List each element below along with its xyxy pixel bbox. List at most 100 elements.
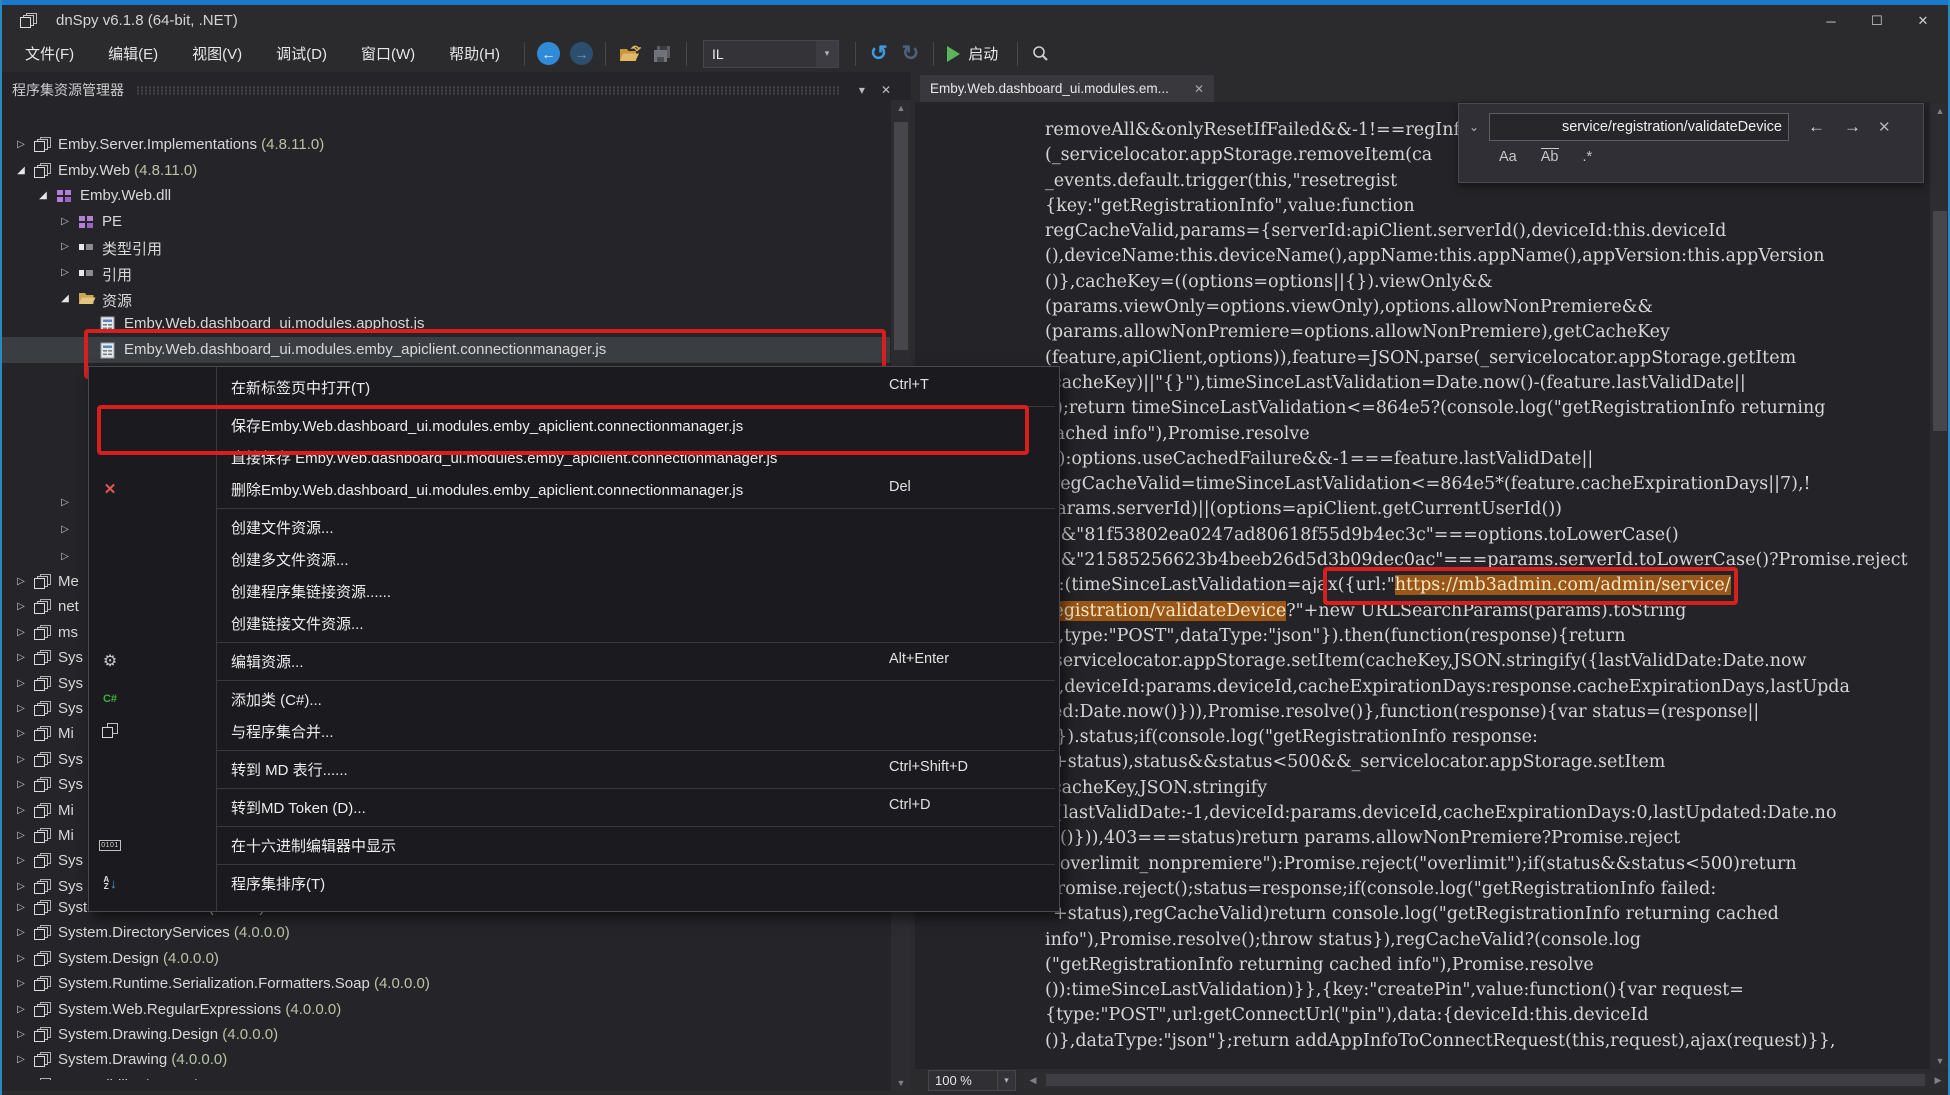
tree-collapsed-arrow-icon[interactable]: ▷ (58, 497, 72, 509)
tree-item-top-4[interactable]: ▷类型引用 (0, 234, 890, 260)
tree-collapsed-arrow-icon[interactable]: ▷ (58, 267, 72, 279)
tree-collapsed-arrow-icon[interactable]: ▷ (14, 855, 28, 867)
context-menu-item-22[interactable]: AZ↓程序集排序(T) (89, 867, 1059, 899)
explorer-scrollbar-thumb[interactable] (894, 122, 908, 350)
editor-scrollbar[interactable]: ▲ ▼ (1930, 103, 1950, 1069)
scroll-down-icon[interactable]: ▼ (1930, 1053, 1950, 1069)
editor-scrollbar-thumb[interactable] (1933, 211, 1947, 431)
language-combobox[interactable]: IL ▾ (703, 40, 839, 68)
tree-collapsed-arrow-icon[interactable]: ▷ (14, 754, 28, 766)
tree-item-bottom-2[interactable]: ▷System.Design (4.0.0.0) (0, 946, 890, 972)
tree-collapsed-arrow-icon[interactable]: ▷ (14, 881, 28, 893)
undo-icon[interactable]: ↺ (870, 41, 888, 66)
tree-item-top-2[interactable]: ◢Emby.Web.dll (0, 183, 890, 209)
minimize-button[interactable]: ─ (1808, 7, 1854, 35)
context-menu-item-14[interactable]: 与程序集合并... (89, 715, 1059, 747)
tree-collapsed-arrow-icon[interactable]: ▷ (14, 576, 28, 588)
menubar-item-0[interactable]: 文件(F) (8, 35, 91, 72)
tree-expanded-arrow-icon[interactable]: ◢ (36, 190, 50, 202)
tree-collapsed-arrow-icon[interactable]: ▷ (14, 927, 28, 939)
menubar-item-2[interactable]: 视图(V) (175, 35, 259, 72)
menubar-item-1[interactable]: 编辑(E) (91, 35, 175, 72)
editor-hscrollbar-thumb[interactable] (1046, 1074, 1925, 1086)
menubar-item-4[interactable]: 窗口(W) (344, 35, 432, 72)
regex-toggle[interactable]: .* (1583, 149, 1593, 165)
tree-collapsed-arrow-icon[interactable]: ▷ (14, 902, 28, 914)
save-all-icon[interactable] (653, 45, 673, 63)
tree-collapsed-arrow-icon[interactable]: ▷ (14, 139, 28, 151)
tree-item-top-1[interactable]: ◢Emby.Web (4.8.11.0) (0, 158, 890, 184)
language-combobox-arrow-icon[interactable]: ▾ (816, 41, 838, 67)
navigate-back-button[interactable]: ← (537, 42, 560, 65)
menubar-item-3[interactable]: 调试(D) (259, 35, 344, 72)
tree-collapsed-arrow-icon[interactable]: ▷ (58, 524, 72, 536)
navigate-forward-button[interactable]: → (570, 42, 593, 65)
tree-collapsed-arrow-icon[interactable]: ▷ (14, 627, 28, 639)
tree-collapsed-arrow-icon[interactable]: ▷ (14, 805, 28, 817)
code-editor[interactable]: removeAll&&onlyResetIfFailed&&-1!==regIn… (915, 102, 1930, 1069)
panel-drag-grip[interactable] (136, 86, 839, 95)
editor-hscrollbar[interactable]: ◀ ▶ (1024, 1072, 1947, 1088)
panel-menu-icon[interactable]: ▾ (851, 83, 873, 97)
tree-item-top-5[interactable]: ▷引用 (0, 260, 890, 286)
zoom-dropdown-icon[interactable]: ▾ (998, 1070, 1016, 1091)
tree-collapsed-arrow-icon[interactable]: ▷ (14, 652, 28, 664)
context-menu-item-13[interactable]: C#添加类 (C#)... (89, 683, 1059, 715)
tree-expanded-arrow-icon[interactable]: ◢ (14, 165, 28, 177)
find-options-chevron-icon[interactable]: ⌄ (1459, 120, 1489, 134)
tree-collapsed-arrow-icon[interactable]: ▷ (14, 978, 28, 990)
context-menu-item-2[interactable]: 保存Emby.Web.dashboard_ui.modules.emby_api… (89, 409, 1059, 441)
start-button[interactable]: 启动 (968, 43, 998, 64)
context-menu-item-9[interactable]: 创建链接文件资源... (89, 607, 1059, 639)
scroll-up-icon[interactable]: ▲ (891, 100, 911, 116)
tree-collapsed-arrow-icon[interactable]: ▷ (14, 1054, 28, 1066)
context-menu-item-16[interactable]: 转到 MD 表行......Ctrl+Shift+D (89, 753, 1059, 785)
context-menu-item-6[interactable]: 创建文件资源... (89, 511, 1059, 543)
tree-collapsed-arrow-icon[interactable]: ▷ (14, 953, 28, 965)
whole-word-toggle[interactable]: Ab (1541, 148, 1559, 165)
tree-item-bottom-4[interactable]: ▷System.Web.RegularExpressions (4.0.0.0) (0, 997, 890, 1023)
match-case-toggle[interactable]: Aa (1499, 149, 1517, 165)
tab-connectionmanager[interactable]: Emby.Web.dashboard_ui.modules.em... ✕ (920, 75, 1214, 102)
menubar-item-5[interactable]: 帮助(H) (432, 35, 517, 72)
scroll-up-icon[interactable]: ▲ (1930, 103, 1950, 119)
start-debug-icon[interactable] (947, 46, 960, 62)
tree-item-top-7[interactable]: Emby.Web.dashboard_ui.modules.apphost.js (0, 311, 890, 337)
redo-icon[interactable]: ↻ (902, 41, 920, 66)
tree-item-top-3[interactable]: ▷PE (0, 209, 890, 235)
tree-item-bottom-3[interactable]: ▷System.Runtime.Serialization.Formatters… (0, 971, 890, 997)
maximize-button[interactable]: ☐ (1854, 7, 1900, 35)
scroll-down-icon[interactable]: ▼ (891, 1075, 911, 1091)
tree-collapsed-arrow-icon[interactable]: ▷ (14, 601, 28, 613)
scroll-right-icon[interactable]: ▶ (1929, 1072, 1947, 1088)
tree-collapsed-arrow-icon[interactable]: ▷ (14, 1004, 28, 1016)
panel-close-icon[interactable]: ✕ (873, 83, 899, 97)
tree-collapsed-arrow-icon[interactable]: ▷ (14, 779, 28, 791)
tree-collapsed-arrow-icon[interactable]: ▷ (14, 830, 28, 842)
tree-item-top-0[interactable]: ▷Emby.Server.Implementations (4.8.11.0) (0, 132, 890, 158)
zoom-level-combobox[interactable]: 100 % (928, 1070, 998, 1091)
context-menu-item-3[interactable]: 直接保存 Emby.Web.dashboard_ui.modules.emby_… (89, 441, 1059, 473)
context-menu-item-20[interactable]: 0101在十六进制编辑器中显示 (89, 829, 1059, 861)
tree-item-bottom-6[interactable]: ▷System.Drawing (4.0.0.0) (0, 1047, 890, 1073)
tree-collapsed-arrow-icon[interactable]: ▷ (58, 241, 72, 253)
find-input[interactable]: service/registration/validateDevice (1489, 113, 1789, 141)
tree-item-top-6[interactable]: ◢资源 (0, 286, 890, 312)
find-close-icon[interactable]: ✕ (1878, 118, 1891, 136)
context-menu-item-7[interactable]: 创建多文件资源... (89, 543, 1059, 575)
tree-item-bottom-5[interactable]: ▷System.Drawing.Design (4.0.0.0) (0, 1022, 890, 1048)
find-previous-icon[interactable]: ← (1808, 117, 1825, 137)
tree-item-top-8[interactable]: Emby.Web.dashboard_ui.modules.emby_apicl… (0, 337, 890, 363)
search-icon[interactable] (1031, 45, 1049, 63)
tree-expanded-arrow-icon[interactable]: ◢ (58, 293, 72, 305)
tree-item-bottom-7[interactable]: ▷Accessibility (4.0.0.0) (0, 1073, 890, 1080)
tree-collapsed-arrow-icon[interactable]: ▷ (14, 1029, 28, 1041)
tree-collapsed-arrow-icon[interactable]: ▷ (14, 678, 28, 690)
open-file-icon[interactable] (619, 45, 641, 63)
tree-collapsed-arrow-icon[interactable]: ▷ (14, 703, 28, 715)
context-menu-item-4[interactable]: ✕删除Emby.Web.dashboard_ui.modules.emby_ap… (89, 473, 1059, 505)
find-next-icon[interactable]: → (1844, 117, 1861, 137)
close-button[interactable]: ✕ (1900, 7, 1946, 35)
tree-item-bottom-1[interactable]: ▷System.DirectoryServices (4.0.0.0) (0, 920, 890, 946)
tree-collapsed-arrow-icon[interactable]: ▷ (14, 728, 28, 740)
